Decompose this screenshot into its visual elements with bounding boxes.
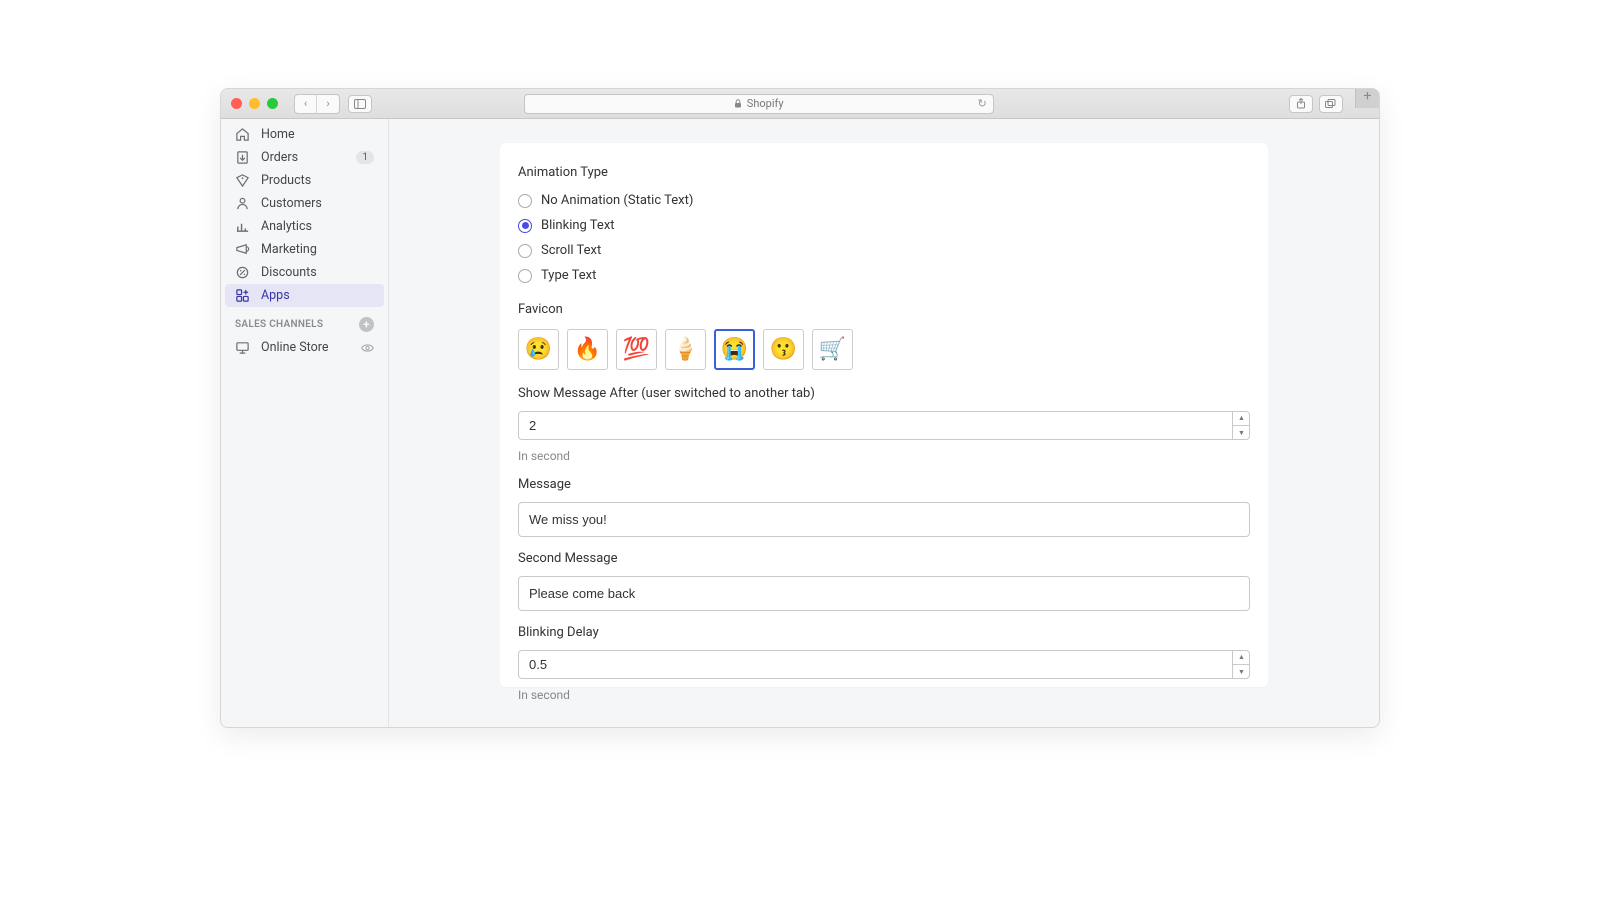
sidebar-item-discounts[interactable]: Discounts [221,261,388,284]
share-icon[interactable] [1289,95,1313,113]
nav-buttons: ‹ › [294,94,340,114]
products-icon [235,173,250,188]
traffic-lights [231,98,278,109]
sidebar-item-products[interactable]: Products [221,169,388,192]
message-input[interactable] [518,502,1250,537]
back-button[interactable]: ‹ [295,95,317,113]
radio-label: Type Text [541,268,596,283]
close-window-icon[interactable] [231,98,242,109]
radio-no-animation[interactable]: No Animation (Static Text) [518,190,1250,211]
add-channel-button[interactable]: + [359,317,374,332]
second-message-wrap [518,576,1250,611]
sidebar-item-analytics[interactable]: Analytics [221,215,388,238]
view-store-icon[interactable] [361,343,374,353]
radio-scroll-text[interactable]: Scroll Text [518,240,1250,261]
favicon-option-icecream[interactable]: 🍦 [665,329,706,370]
settings-card: Animation Type No Animation (Static Text… [500,143,1268,687]
message-wrap [518,502,1250,537]
url-text: Shopify [747,97,784,110]
blinking-delay-wrap: ▲ ▼ [518,650,1250,679]
marketing-icon [235,242,250,257]
reload-icon[interactable]: ↻ [977,97,986,110]
favicon-option-100[interactable]: 💯 [616,329,657,370]
stepper-down-icon[interactable]: ▼ [1233,665,1250,679]
home-icon [235,127,250,142]
new-tab-button[interactable]: + [1355,88,1379,108]
favicon-option-fire[interactable]: 🔥 [567,329,608,370]
show-after-stepper: ▲ ▼ [1232,411,1250,440]
app-shell: Home Orders 1 Products Customers Analyti… [221,119,1379,727]
apps-icon [235,288,250,303]
show-after-label: Show Message After (user switched to ano… [518,386,1250,401]
favicon-picker: 😢 🔥 💯 🍦 😭 😗 🛒 [518,329,1250,370]
minimize-window-icon[interactable] [249,98,260,109]
stepper-up-icon[interactable]: ▲ [1233,650,1250,665]
sidebar-item-label: Analytics [261,219,312,234]
second-message-input[interactable] [518,576,1250,611]
radio-icon [518,269,532,283]
favicon-option-sob[interactable]: 😭 [714,329,755,370]
sidebar-item-label: Online Store [261,340,328,355]
main-content: Animation Type No Animation (Static Text… [389,119,1379,727]
blinking-delay-help: In second [518,688,1250,702]
section-label: SALES CHANNELS [235,319,323,330]
blinking-delay-input[interactable] [518,650,1250,679]
radio-type-text[interactable]: Type Text [518,265,1250,286]
radio-label: No Animation (Static Text) [541,193,693,208]
radio-label: Scroll Text [541,243,601,258]
favicon-option-kiss[interactable]: 😗 [763,329,804,370]
favicon-option-cart[interactable]: 🛒 [812,329,853,370]
show-after-input[interactable] [518,411,1250,440]
radio-icon [518,219,532,233]
favicon-label: Favicon [518,302,1250,317]
radio-icon [518,244,532,258]
stepper-down-icon[interactable]: ▼ [1233,426,1250,440]
show-after-wrap: ▲ ▼ [518,411,1250,440]
online-store-icon [235,340,250,355]
chrome-right-buttons [1289,95,1343,113]
blinking-delay-label: Blinking Delay [518,625,1250,640]
analytics-icon [235,219,250,234]
sidebar-item-label: Apps [261,288,290,303]
stepper-up-icon[interactable]: ▲ [1233,411,1250,426]
radio-icon [518,194,532,208]
sidebar-item-label: Products [261,173,311,188]
sidebar: Home Orders 1 Products Customers Analyti… [221,119,389,727]
browser-chrome: ‹ › Shopify ↻ + [221,89,1379,119]
sidebar-item-customers[interactable]: Customers [221,192,388,215]
sidebar-item-label: Marketing [261,242,317,257]
sidebar-item-orders[interactable]: Orders 1 [221,146,388,169]
blinking-delay-stepper: ▲ ▼ [1232,650,1250,679]
sidebar-item-label: Home [261,127,295,142]
sidebar-item-label: Customers [261,196,322,211]
sidebar-item-apps[interactable]: Apps [225,284,384,307]
animation-type-label: Animation Type [518,165,1250,180]
tabs-icon[interactable] [1319,95,1343,113]
sidebar-item-label: Discounts [261,265,317,280]
radio-label: Blinking Text [541,218,615,233]
maximize-window-icon[interactable] [267,98,278,109]
forward-button[interactable]: › [317,95,339,113]
sidebar-item-label: Orders [261,150,298,165]
discounts-icon [235,265,250,280]
sidebar-item-marketing[interactable]: Marketing [221,238,388,261]
message-label: Message [518,477,1250,492]
show-after-help: In second [518,449,1250,463]
favicon-option-cry[interactable]: 😢 [518,329,559,370]
sidebar-toggle-icon[interactable] [348,95,372,113]
sidebar-item-home[interactable]: Home [221,123,388,146]
second-message-label: Second Message [518,551,1250,566]
customers-icon [235,196,250,211]
browser-window: ‹ › Shopify ↻ + Home [220,88,1380,728]
radio-blinking-text[interactable]: Blinking Text [518,215,1250,236]
sales-channels-heading: SALES CHANNELS + [221,307,388,336]
orders-icon [235,150,250,165]
sidebar-item-online-store[interactable]: Online Store [221,336,388,359]
url-bar[interactable]: Shopify ↻ [524,94,994,114]
orders-badge: 1 [356,151,374,164]
lock-icon [734,99,742,108]
